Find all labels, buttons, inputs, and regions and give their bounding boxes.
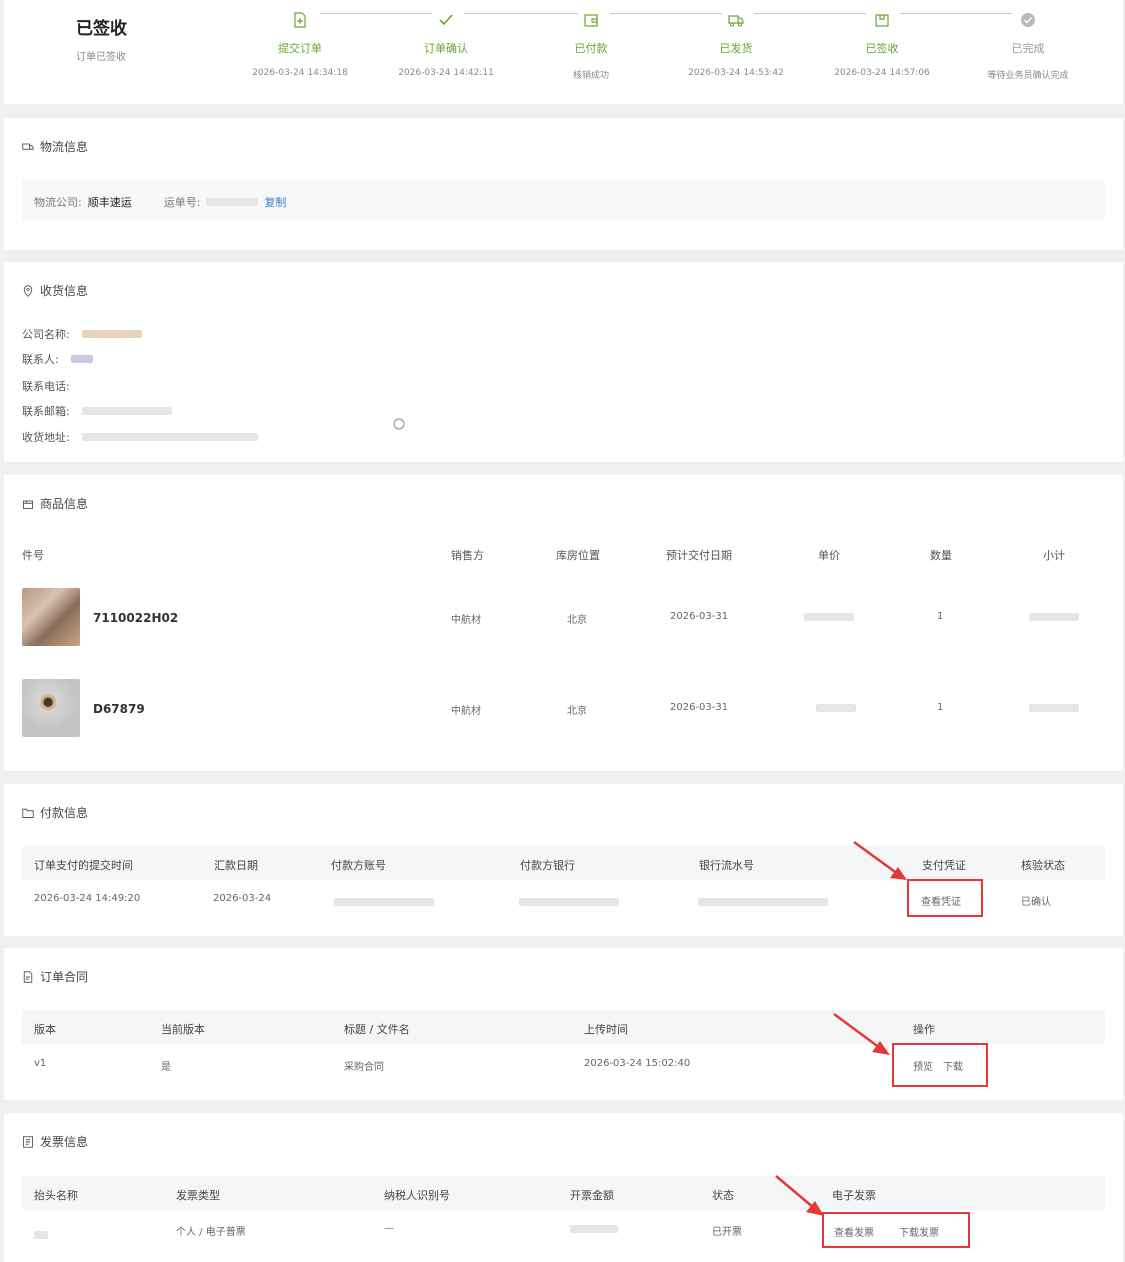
document-icon: [23, 970, 33, 983]
verify-status: 已确认: [1021, 897, 1051, 908]
products-card: 商品信息 件号 销售方 库房位置 预计交付日期 单价 数量 小计 7110022…: [4, 475, 1123, 771]
col-unit-price: 单价: [818, 549, 840, 562]
col-part-number: 件号: [22, 549, 44, 562]
product-image[interactable]: [22, 588, 80, 646]
order-status-subtitle: 订单已签收: [76, 52, 126, 63]
order-status-card: 已签收 订单已签收 提交订单 2026-03-24 14:34:18 订单确认 …: [4, 0, 1123, 104]
check-circle-icon: [1021, 13, 1035, 27]
waybill-number-redacted: [206, 198, 259, 206]
truck-icon: [728, 15, 744, 27]
receiver-title: 收货信息: [22, 282, 88, 299]
highlight-box-voucher: [907, 879, 983, 917]
subtotal-redacted: [1029, 613, 1079, 621]
truck-icon: [22, 143, 34, 150]
step-completed: 已完成 等待业务员确认完成: [968, 10, 1088, 81]
doc-plus-icon: [294, 12, 306, 28]
product-image[interactable]: [22, 679, 80, 737]
col-delivery-date: 预计交付日期: [666, 549, 732, 562]
logistics-card: 物流信息 物流公司: 顺丰速运 运单号: 复制: [4, 118, 1123, 250]
col-warehouse: 库房位置: [556, 549, 600, 562]
company-name-redacted: [81, 330, 142, 338]
receiver-email-row: 联系邮箱:: [22, 403, 172, 419]
invoice-title: 发票信息: [22, 1133, 88, 1150]
step-paid: 已付款 核销成功: [531, 10, 651, 81]
invoice-table-header: 抬头名称 发票类型 纳税人识别号 开票金额 状态 电子发票: [22, 1176, 1105, 1210]
box-icon: [23, 500, 33, 509]
products-title: 商品信息: [22, 495, 88, 512]
address-redacted: [81, 433, 258, 441]
product-part-number[interactable]: D67879: [93, 702, 145, 716]
package-icon: [875, 14, 889, 27]
logistics-title: 物流信息: [22, 138, 88, 155]
logistics-box: 物流公司: 顺丰速运 运单号: 复制: [22, 180, 1105, 220]
receiver-card: 收货信息 公司名称: 联系人: 联系电话: 联系邮箱: 收货地址:: [4, 262, 1123, 462]
receiver-phone-row: 联系电话:: [22, 380, 70, 393]
unit-price-redacted: [816, 704, 856, 712]
annotation-arrow-icon: [833, 1012, 890, 1055]
logistics-company: 顺丰速运: [87, 196, 132, 209]
highlight-box-invoice: [822, 1212, 970, 1248]
payer-bank-redacted: [519, 898, 619, 906]
payment-table-header: 订单支付的提交时间 汇款日期 付款方账号 付款方银行 银行流水号 支付凭证 核验…: [22, 846, 1105, 880]
annotation-arrow-icon: [775, 1175, 824, 1216]
subtotal-redacted: [1029, 704, 1079, 712]
receiver-address-row: 收货地址:: [22, 429, 258, 445]
email-redacted: [81, 407, 172, 415]
col-subtotal: 小计: [1043, 549, 1065, 562]
step-signed: 已签收 2026-03-24 14:57:06: [822, 10, 942, 78]
check-icon: [439, 14, 453, 26]
contract-title: 订单合同: [22, 968, 88, 985]
location-pin-icon: [23, 284, 33, 297]
copy-waybill-link[interactable]: 复制: [264, 194, 286, 210]
contact-redacted: [70, 355, 93, 363]
step-shipped: 已发货 2026-03-24 14:53:42: [676, 10, 796, 78]
order-status-title: 已签收: [76, 19, 127, 39]
product-part-number[interactable]: 7110022H02: [93, 611, 178, 625]
invoice-header-redacted: [34, 1231, 48, 1239]
payment-title: 付款信息: [22, 804, 88, 821]
invoice-amount-redacted: [570, 1225, 618, 1233]
receiver-contact-row: 联系人:: [22, 351, 93, 367]
contract-table-header: 版本 当前版本 标题 / 文件名 上传时间 操作: [22, 1010, 1105, 1044]
folder-icon: [22, 808, 34, 818]
payer-account-redacted: [334, 898, 434, 906]
small-circle-icon: [393, 418, 405, 430]
wallet-icon: [584, 14, 598, 27]
bank-serial-redacted: [698, 898, 828, 906]
highlight-box-contract: [892, 1043, 988, 1087]
annotation-arrow-icon: [853, 840, 907, 880]
step-submit-order: 提交订单 2026-03-24 14:34:18: [240, 10, 360, 78]
unit-price-redacted: [804, 613, 854, 621]
step-order-confirm: 订单确认 2026-03-24 14:42:11: [386, 10, 506, 78]
receiver-company-row: 公司名称:: [22, 326, 142, 342]
invoice-icon: [23, 1135, 33, 1148]
col-seller: 销售方: [451, 549, 484, 562]
col-quantity: 数量: [930, 549, 952, 562]
